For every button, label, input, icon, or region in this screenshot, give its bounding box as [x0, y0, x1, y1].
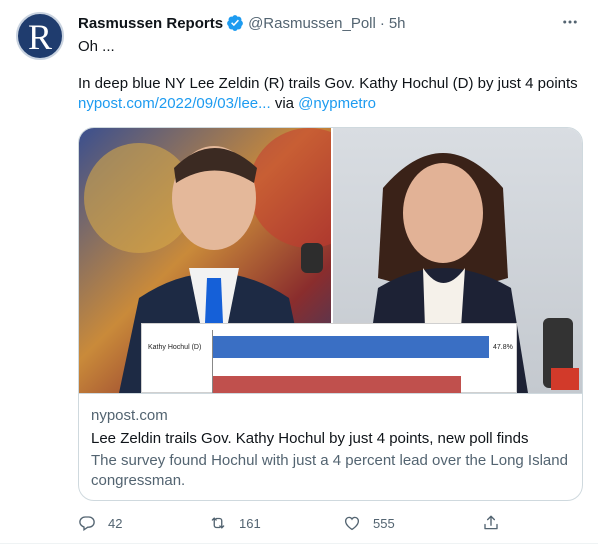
tweet-actions: 42 161 555 — [78, 512, 583, 534]
more-options-icon[interactable] — [560, 12, 580, 32]
tweet-text-line-1: Oh ... — [78, 38, 115, 55]
tweet-text-line-3: nypost.com/2022/09/03/lee... via @nypmet… — [78, 94, 376, 114]
card-domain: nypost.com — [91, 407, 168, 424]
share-button[interactable] — [482, 512, 500, 534]
like-count: 555 — [373, 515, 395, 531]
poll-chart-overlay: Kathy Hochul (D) 47.8% — [141, 323, 517, 393]
separator-dot: · — [379, 14, 385, 32]
avatar[interactable]: R — [16, 12, 64, 60]
tweet[interactable]: R Rasmussen Reports @Rasmussen_Poll · 5h… — [0, 0, 598, 544]
like-icon — [344, 516, 360, 531]
avatar-logo-letter: R — [27, 17, 52, 57]
reply-icon — [79, 516, 95, 532]
tweet-header: Rasmussen Reports @Rasmussen_Poll · 5h — [78, 13, 406, 33]
poll-label-hochul: Kathy Hochul (D) — [148, 344, 202, 351]
retweet-icon — [211, 517, 225, 529]
poll-bar-hochul — [213, 336, 489, 358]
like-button[interactable]: 555 — [343, 512, 395, 534]
poll-value-hochul: 47.8% — [493, 344, 513, 351]
tweet-text-line-2: In deep blue NY Lee Zeldin (R) trails Go… — [78, 75, 578, 92]
poll-bar-zeldin — [213, 376, 461, 393]
author-name[interactable]: Rasmussen Reports — [78, 15, 223, 32]
reply-button[interactable]: 42 — [78, 512, 122, 534]
verified-badge-icon — [227, 15, 243, 31]
card-body[interactable]: nypost.com Lee Zeldin trails Gov. Kathy … — [79, 393, 582, 500]
mention-link[interactable]: @nypmetro — [298, 95, 376, 112]
retweet-button[interactable]: 161 — [209, 512, 261, 534]
author-handle[interactable]: @Rasmussen_Poll — [248, 15, 376, 32]
card-description: The survey found Hochul with just a 4 pe… — [91, 452, 568, 489]
reply-count: 42 — [108, 515, 123, 531]
card-image[interactable]: Kathy Hochul (D) 47.8% — [79, 128, 582, 393]
share-icon — [484, 515, 498, 530]
link-preview-card[interactable]: Kathy Hochul (D) 47.8% nypost.com Lee Ze… — [78, 127, 583, 501]
card-title: Lee Zeldin trails Gov. Kathy Hochul by j… — [91, 430, 529, 447]
tweet-timestamp[interactable]: 5h — [389, 15, 406, 32]
article-link[interactable]: nypost.com/2022/09/03/lee... — [78, 95, 271, 112]
retweet-count: 161 — [239, 515, 261, 531]
via-text: via — [274, 95, 294, 112]
